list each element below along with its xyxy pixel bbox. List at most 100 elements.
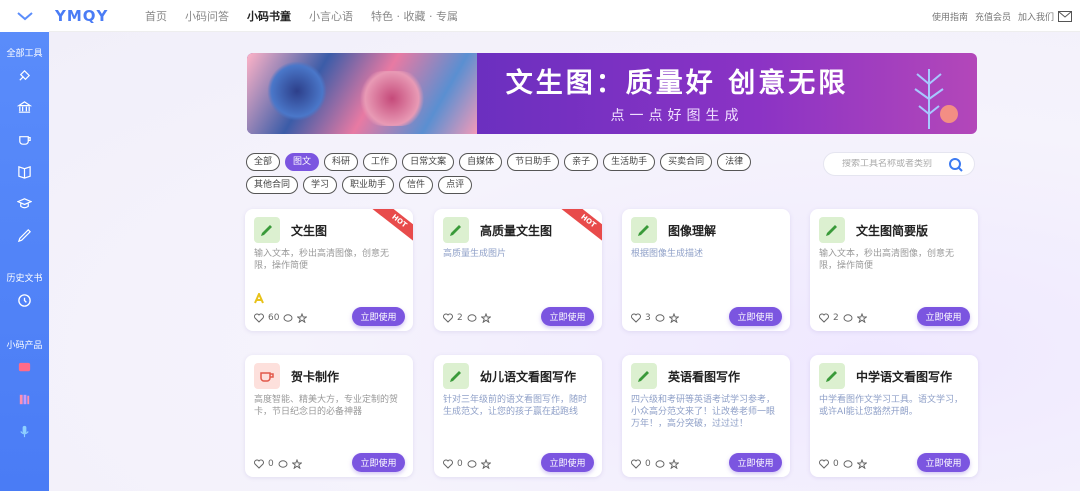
star-icon[interactable]: [480, 459, 491, 469]
nav-heart-words[interactable]: 小言心语: [309, 8, 353, 24]
cup-icon[interactable]: [0, 123, 49, 155]
card-title: 中学语文看图写作: [856, 370, 953, 384]
tag-research[interactable]: 科研: [324, 153, 359, 171]
card-title: 幼儿语文看图写作: [480, 370, 577, 384]
mail-icon[interactable]: [1058, 10, 1072, 22]
tool-card[interactable]: 文生图简要版 输入文本，秒出高清图像，创意无限，操作简便 2 立即使用: [810, 209, 978, 331]
use-now-button[interactable]: 立即使用: [541, 453, 594, 472]
plant-decoration-icon: [914, 69, 958, 129]
search-icon[interactable]: [948, 157, 964, 173]
sidebar: 全部工具 历史文书 小码产品: [0, 0, 49, 491]
heart-icon[interactable]: [631, 459, 641, 469]
tool-card[interactable]: 贺卡制作 高度智能、精美大方，专业定制的贺卡，节日纪念日的必备神器 0 立即使用: [245, 355, 413, 477]
star-icon[interactable]: [291, 459, 302, 469]
heart-icon[interactable]: [631, 313, 641, 323]
nav-featured[interactable]: 特色 · 收藏 · 专属: [371, 8, 458, 24]
star-icon[interactable]: [856, 459, 867, 469]
comment-icon[interactable]: [278, 459, 288, 469]
mic-icon[interactable]: [0, 415, 49, 447]
tool-card[interactable]: 高质量文生图 高质量生成图片 HOT 2 立即使用: [434, 209, 602, 331]
tag-review[interactable]: 点评: [438, 176, 473, 194]
comment-icon[interactable]: [283, 313, 293, 323]
tag-study[interactable]: 学习: [303, 176, 338, 194]
ai-badge-icon: [254, 293, 264, 304]
use-now-button[interactable]: 立即使用: [352, 307, 405, 326]
tag-life[interactable]: 生活助手: [603, 153, 656, 171]
tag-work[interactable]: 工作: [363, 153, 398, 171]
use-now-button[interactable]: 立即使用: [541, 307, 594, 326]
tag-sales-contract[interactable]: 买卖合同: [660, 153, 713, 171]
graduation-cap-icon[interactable]: [0, 187, 49, 219]
comment-icon[interactable]: [467, 459, 477, 469]
comment-icon[interactable]: [655, 459, 665, 469]
like-count: 0: [457, 459, 463, 469]
card-description: 中学看图作文学习工具。语文学习，或许AI能让您豁然开朗。: [819, 395, 964, 417]
card-stats: 0: [631, 459, 679, 469]
nav-book-assistant[interactable]: 小码书童: [247, 8, 291, 24]
tag-self-media[interactable]: 自媒体: [459, 153, 503, 171]
nav-qa[interactable]: 小码问答: [185, 8, 229, 24]
tool-card[interactable]: 中学语文看图写作 中学看图作文学习工具。语文学习，或许AI能让您豁然开朗。 0 …: [810, 355, 978, 477]
use-now-button[interactable]: 立即使用: [352, 453, 405, 472]
banner-subtitle: 点一点好图生成: [610, 108, 744, 124]
search-box: [823, 152, 975, 176]
book-icon[interactable]: [0, 155, 49, 187]
heart-icon[interactable]: [443, 459, 453, 469]
search-input[interactable]: [842, 159, 942, 169]
star-icon[interactable]: [297, 313, 308, 323]
use-now-button[interactable]: 立即使用: [917, 453, 970, 472]
card-title: 贺卡制作: [291, 370, 340, 384]
comment-icon[interactable]: [843, 313, 853, 323]
join-link[interactable]: 加入我们: [1018, 10, 1054, 23]
heart-icon[interactable]: [819, 459, 829, 469]
like-count: 0: [833, 459, 839, 469]
hot-badge: HOT: [369, 209, 413, 247]
sidebar-collapse-toggle[interactable]: [0, 0, 49, 32]
guide-link[interactable]: 使用指南: [932, 10, 968, 23]
like-count: 0: [645, 459, 651, 469]
history-icon[interactable]: [0, 284, 49, 316]
card-stats: 0: [819, 459, 867, 469]
card-stats: 3: [631, 313, 679, 323]
tag-image-text[interactable]: 图文: [285, 153, 320, 171]
tag-all[interactable]: 全部: [246, 153, 281, 171]
vip-link[interactable]: 充值会员: [975, 10, 1011, 23]
pen-icon[interactable]: [0, 219, 49, 251]
heart-icon[interactable]: [443, 313, 453, 323]
heart-icon[interactable]: [254, 459, 264, 469]
tag-letters[interactable]: 信件: [399, 176, 434, 194]
tool-card[interactable]: 幼儿语文看图写作 针对三年级前的语文看图写作，随时生成范文，让您的孩子赢在起跑线…: [434, 355, 602, 477]
comment-icon[interactable]: [655, 313, 665, 323]
comment-icon[interactable]: [467, 313, 477, 323]
comment-icon[interactable]: [843, 459, 853, 469]
star-icon[interactable]: [668, 459, 679, 469]
bank-icon[interactable]: [0, 91, 49, 123]
pen-tool-icon: [443, 217, 469, 243]
promo-banner[interactable]: 文生图：质量好 创意无限 点一点好图生成: [247, 53, 977, 134]
card-title: 文生图: [291, 224, 328, 238]
use-now-button[interactable]: 立即使用: [729, 453, 782, 472]
tag-other-contract[interactable]: 其他合同: [246, 176, 299, 194]
tag-daily-copy[interactable]: 日常文案: [402, 153, 455, 171]
heart-icon[interactable]: [254, 313, 264, 323]
use-now-button[interactable]: 立即使用: [917, 307, 970, 326]
brush-icon[interactable]: [0, 59, 49, 91]
heart-icon[interactable]: [819, 313, 829, 323]
card-title: 文生图简要版: [856, 224, 929, 238]
logo[interactable]: YMQY: [55, 7, 145, 25]
tag-parenting[interactable]: 亲子: [564, 153, 599, 171]
tool-card[interactable]: 文生图 输入文本，秒出高清图像，创意无限，操作简便 HOT 60 立即使用: [245, 209, 413, 331]
tag-holiday[interactable]: 节日助手: [507, 153, 560, 171]
use-now-button[interactable]: 立即使用: [729, 307, 782, 326]
star-icon[interactable]: [856, 313, 867, 323]
star-icon[interactable]: [480, 313, 491, 323]
tag-career[interactable]: 职业助手: [342, 176, 395, 194]
tag-law[interactable]: 法律: [717, 153, 752, 171]
nav-home[interactable]: 首页: [145, 8, 167, 24]
books-icon[interactable]: [0, 383, 49, 415]
tool-card[interactable]: 图像理解 根据图像生成描述 3 立即使用: [622, 209, 790, 331]
pen-tool-icon: [819, 363, 845, 389]
chat-icon[interactable]: [0, 351, 49, 383]
star-icon[interactable]: [668, 313, 679, 323]
tool-card[interactable]: 英语看图写作 四六级和考研等英语考试学习参考，小众高分范文来了！让改卷老师一眼万…: [622, 355, 790, 477]
